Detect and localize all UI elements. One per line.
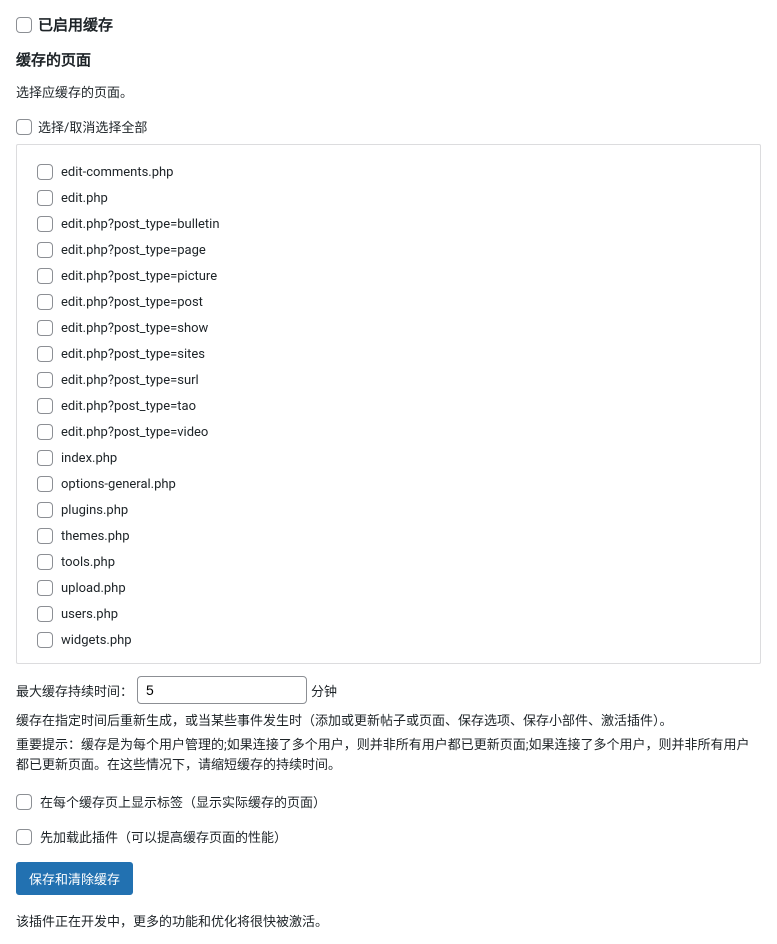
page-label: edit.php (61, 191, 108, 206)
duration-row: 最大缓存持续时间： 分钟 (16, 676, 761, 704)
duration-label: 最大缓存持续时间： (16, 681, 133, 700)
page-item: edit.php?post_type=video (37, 419, 746, 445)
show-tag-row: 在每个缓存页上显示标签（显示实际缓存的页面） (16, 792, 761, 811)
page-label: edit.php?post_type=post (61, 295, 203, 310)
page-checkbox[interactable] (37, 268, 53, 284)
page-checkbox[interactable] (37, 554, 53, 570)
pages-box: edit-comments.php edit.php edit.php?post_t… (16, 144, 761, 664)
page-label: index.php (61, 451, 117, 466)
page-label: edit.php?post_type=surl (61, 373, 199, 388)
section-help: 选择应缓存的页面。 (16, 82, 761, 101)
page-label: edit.php?post_type=bulletin (61, 217, 220, 232)
page-checkbox[interactable] (37, 216, 53, 232)
preload-row: 先加载此插件（可以提高缓存页面的性能） (16, 827, 761, 846)
page-checkbox[interactable] (37, 502, 53, 518)
page-label: edit.php?post_type=video (61, 425, 208, 440)
section-title: 缓存的页面 (16, 49, 761, 70)
page-item: plugins.php (37, 497, 746, 523)
page-label: edit.php?post_type=tao (61, 399, 196, 414)
page-item: upload.php (37, 575, 746, 601)
select-all-row: 选择/取消选择全部 (16, 117, 761, 136)
select-all-label: 选择/取消选择全部 (38, 117, 147, 136)
page-checkbox[interactable] (37, 580, 53, 596)
page-label: edit.php?post_type=show (61, 321, 208, 336)
enable-cache-label: 已启用缓存 (38, 14, 113, 35)
page-item: edit.php?post_type=sites (37, 341, 746, 367)
page-checkbox[interactable] (37, 294, 53, 310)
page-item: options-general.php (37, 471, 746, 497)
page-item: edit-comments.php (37, 159, 746, 185)
page-checkbox[interactable] (37, 242, 53, 258)
page-checkbox[interactable] (37, 606, 53, 622)
page-item: index.php (37, 445, 746, 471)
page-checkbox[interactable] (37, 632, 53, 648)
duration-unit: 分钟 (311, 681, 337, 700)
page-checkbox[interactable] (37, 346, 53, 362)
page-item: edit.php?post_type=bulletin (37, 211, 746, 237)
page-checkbox[interactable] (37, 424, 53, 440)
save-button[interactable]: 保存和清除缓存 (16, 862, 133, 895)
page-item: edit.php?post_type=picture (37, 263, 746, 289)
preload-checkbox[interactable] (16, 829, 32, 845)
page-checkbox[interactable] (37, 476, 53, 492)
show-tag-label: 在每个缓存页上显示标签（显示实际缓存的页面） (40, 792, 326, 811)
page-label: widgets.php (61, 633, 132, 648)
page-item: edit.php (37, 185, 746, 211)
page-label: plugins.php (61, 503, 128, 518)
cache-note-2: 重要提示：缓存是为每个用户管理的;如果连接了多个用户，则并非所有用户都已更新页面… (16, 736, 761, 776)
page-label: options-general.php (61, 477, 176, 492)
duration-input[interactable] (137, 676, 307, 704)
page-item: widgets.php (37, 627, 746, 653)
cache-note-1: 缓存在指定时间后重新生成，或当某些事件发生时（添加或更新帖子或页面、保存选项、保… (16, 712, 761, 732)
page-label: edit.php?post_type=picture (61, 269, 217, 284)
page-label: themes.php (61, 529, 130, 544)
page-checkbox[interactable] (37, 398, 53, 414)
page-item: edit.php?post_type=surl (37, 367, 746, 393)
page-checkbox[interactable] (37, 372, 53, 388)
page-label: tools.php (61, 555, 115, 570)
page-checkbox[interactable] (37, 164, 53, 180)
page-label: upload.php (61, 581, 126, 596)
page-checkbox[interactable] (37, 320, 53, 336)
preload-label: 先加载此插件（可以提高缓存页面的性能） (40, 827, 287, 846)
page-item: themes.php (37, 523, 746, 549)
page-label: edit.php?post_type=page (61, 243, 206, 258)
page-label: edit.php?post_type=sites (61, 347, 205, 362)
show-tag-checkbox[interactable] (16, 794, 32, 810)
page-item: tools.php (37, 549, 746, 575)
enable-cache-checkbox[interactable] (16, 17, 32, 33)
page-item: edit.php?post_type=page (37, 237, 746, 263)
page-label: users.php (61, 607, 118, 622)
page-item: edit.php?post_type=tao (37, 393, 746, 419)
select-all-checkbox[interactable] (16, 119, 32, 135)
page-label: edit-comments.php (61, 165, 173, 180)
page-list: edit-comments.php edit.php edit.php?post_t… (37, 159, 746, 653)
page-item: edit.php?post_type=show (37, 315, 746, 341)
page-item: users.php (37, 601, 746, 627)
page-item: edit.php?post_type=post (37, 289, 746, 315)
enable-cache-row: 已启用缓存 (16, 14, 761, 35)
page-checkbox[interactable] (37, 190, 53, 206)
footer-note: 该插件正在开发中，更多的功能和优化将很快被激活。 (16, 911, 761, 930)
page-checkbox[interactable] (37, 450, 53, 466)
page-checkbox[interactable] (37, 528, 53, 544)
